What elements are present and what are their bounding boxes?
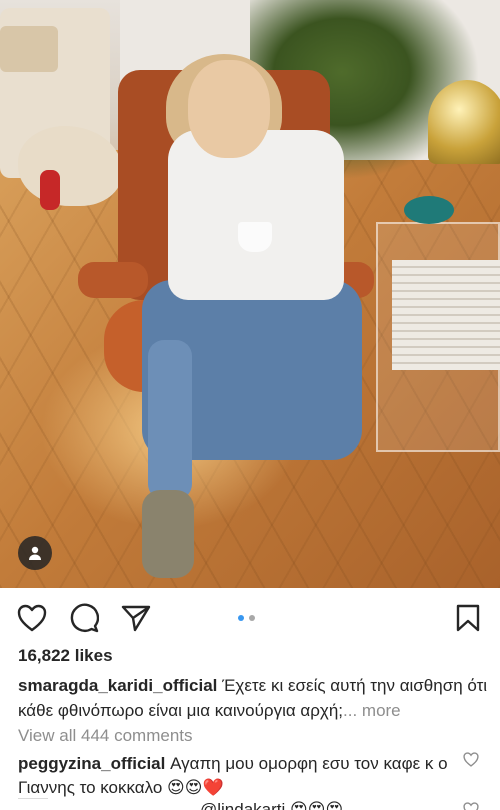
comment-username[interactable]: peggyzina_official [18,754,165,773]
save-button[interactable] [452,602,484,634]
bowl [404,196,454,224]
action-bar [0,588,500,646]
small-heart-icon [463,752,479,767]
reply-comment-text: @lindakarti 😍😍😍 [200,800,344,810]
comment-button[interactable] [68,602,100,634]
heart-icon [17,604,47,632]
chair-arm-left [78,262,148,298]
carousel-indicator [238,614,268,622]
like-button[interactable] [16,602,48,634]
carousel-dot-active [238,615,244,621]
user-tag-button[interactable] [18,536,52,570]
paper-plane-icon [121,605,151,632]
lamp [428,80,500,164]
comment-like-button[interactable] [463,752,481,770]
coffee-cup [238,222,272,252]
dog-toy [40,170,60,210]
post-caption: smaragda_karidi_official Έχετε κι εσείς … [18,673,488,723]
caption-username[interactable]: smaragda_karidi_official [18,676,217,695]
person-icon [29,546,41,560]
comment: peggyzina_official Αγαπη μου ομορφη εσυ … [18,752,448,800]
books [392,260,500,370]
reply-divider [18,798,48,799]
small-heart-icon [463,802,479,810]
shirt [168,130,344,300]
sandal [142,490,194,578]
reply-like-button[interactable] [463,802,481,810]
carousel-dot [249,615,255,621]
likes-count[interactable]: 16,822 likes [18,646,113,666]
view-all-comments-link[interactable]: View all 444 comments [18,726,193,746]
share-button[interactable] [120,602,152,634]
bookmark-icon [456,604,480,632]
caption-more-link[interactable]: ... more [343,701,401,720]
leg [148,340,192,500]
comment-bubble-icon [70,603,99,633]
post-photo[interactable] [0,0,500,588]
face [188,60,270,158]
cushion [0,26,58,72]
